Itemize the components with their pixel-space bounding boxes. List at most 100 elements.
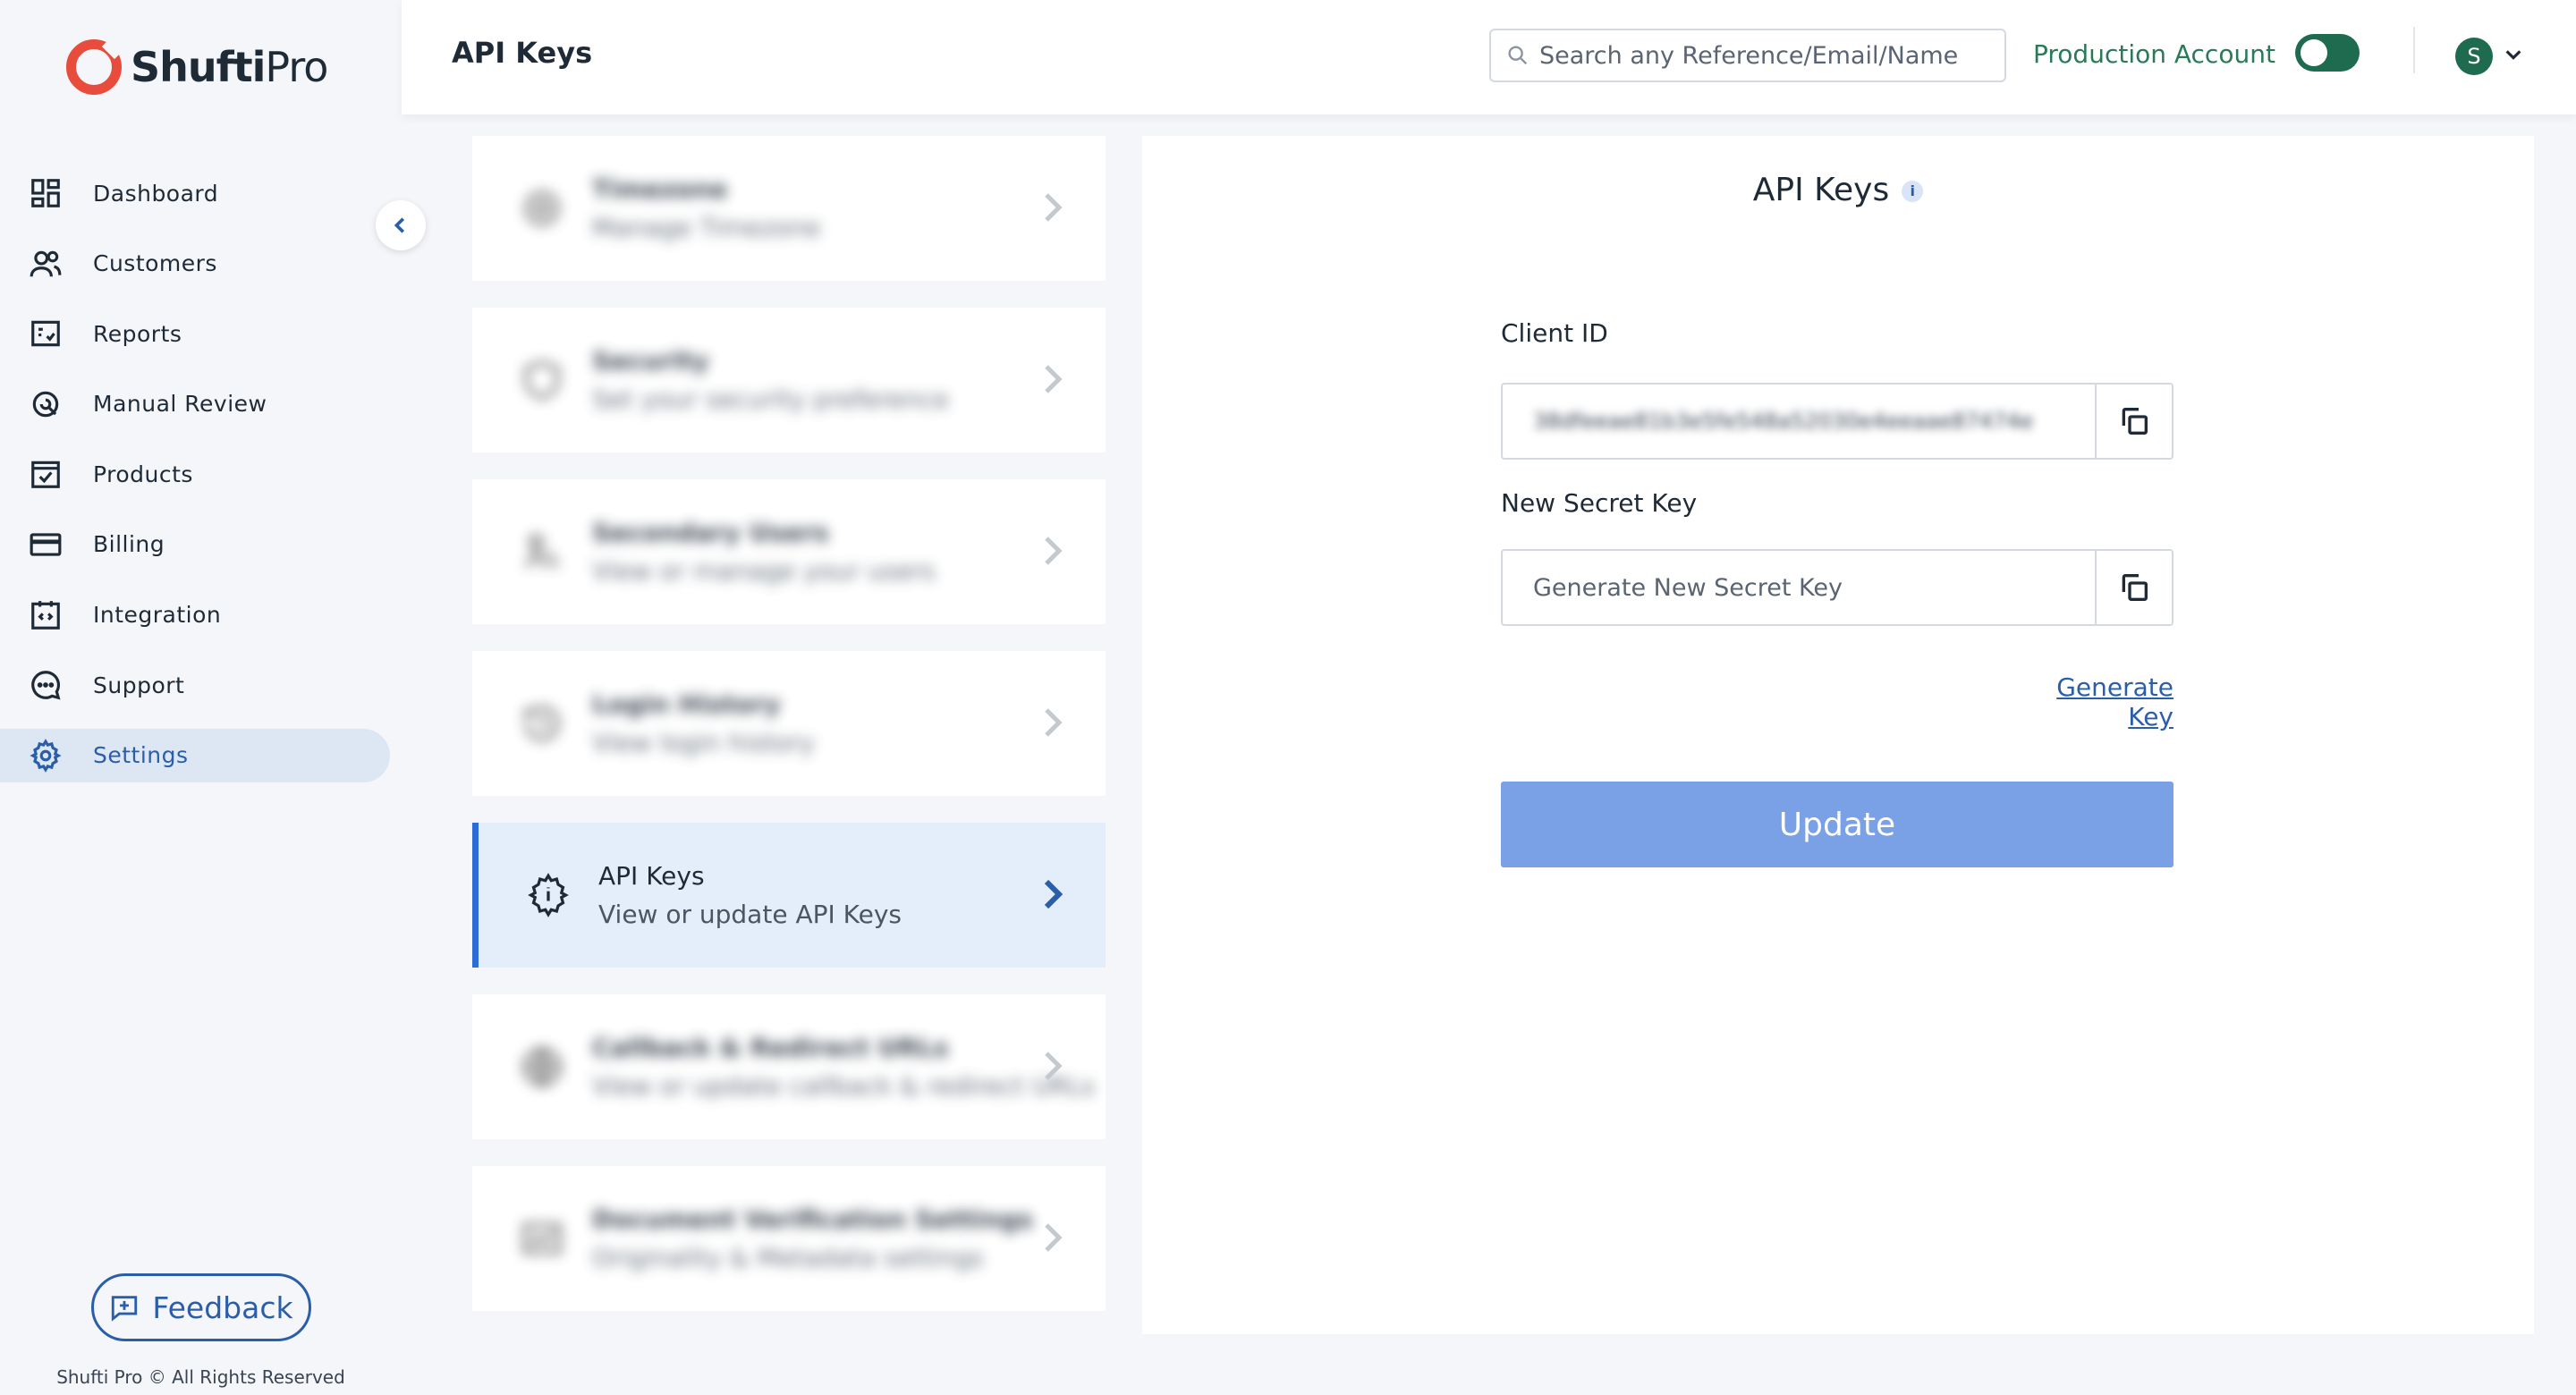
card-title: Timezone [592,174,728,204]
chevron-right-icon [1045,1052,1063,1080]
sidebar-item-settings[interactable]: Settings [0,728,390,782]
feedback-label: Feedback [152,1289,293,1325]
page-title: API Keys [452,36,593,70]
sidebar-item-label: Integration [93,602,222,629]
sidebar-item-label: Reports [93,320,182,347]
code-icon [31,600,60,630]
sidebar-item-label: Support [93,672,185,698]
chevron-right-icon [1045,1223,1063,1252]
sidebar-item-label: Dashboard [93,180,219,207]
brand-logo[interactable]: ShuftiPro [66,39,328,95]
generate-key-link[interactable]: Generate Key [2010,672,2174,731]
shield-icon [524,360,560,400]
chevron-left-icon [394,217,405,233]
sidebar-item-label: Billing [93,531,165,558]
card-subtitle: Originality & Metadata settings [592,1243,984,1272]
chevron-right-icon [1045,708,1063,737]
gear-info-icon [528,873,569,917]
sidebar-item-dashboard[interactable]: Dashboard [0,166,390,220]
sidebar-item-label: Customers [93,250,217,277]
review-icon [32,391,59,418]
top-header: API Keys Production Account S [402,0,2576,114]
settings-card-callback-urls[interactable]: Callback & Redirect URLs View or update c… [472,994,1106,1139]
document-icon [522,1222,562,1255]
header-divider [2413,27,2415,73]
settings-card-timezone[interactable]: Timezone Manage Timezone [472,136,1106,281]
client-id-field [1501,383,2174,460]
sidebar-item-label: Manual Review [93,391,267,418]
panel-title: API Keys [1752,172,1890,208]
card-subtitle: View or manage your users [592,556,936,586]
gear-icon [30,738,62,773]
card-title: Security [592,346,709,376]
client-id-label: Client ID [1501,318,1608,348]
brand-name-bold: Shufti [131,43,266,91]
sidebar-nav: Dashboard Customers Reports Manual Revie… [0,166,402,799]
chat-icon [31,671,61,700]
history-icon [524,706,560,741]
sidebar-item-label: Settings [93,742,189,769]
user-icon [524,534,560,569]
info-icon[interactable]: i [1902,181,1924,202]
card-title: Callback & Redirect URLs [592,1033,949,1062]
copy-client-id-button[interactable] [2095,385,2172,458]
clock-gear-icon [524,190,560,226]
sidebar-item-customers[interactable]: Customers [0,237,390,291]
sidebar-item-billing[interactable]: Billing [0,518,390,571]
copy-icon [2122,574,2148,601]
chevron-right-icon [1045,365,1063,393]
sidebar-item-manual-review[interactable]: Manual Review [0,377,390,431]
feedback-button[interactable]: Feedback [91,1273,311,1341]
brand-name-light: Pro [265,43,328,91]
card-title: Login History [592,689,781,719]
card-subtitle: View or update API Keys [598,900,902,929]
chevron-down-icon[interactable] [2504,45,2523,64]
feedback-icon [112,1296,138,1322]
search-icon [1508,46,1528,65]
chevron-right-icon [1045,193,1063,222]
production-account-label: Production Account [2033,39,2275,69]
globe-icon [522,1047,562,1086]
credit-card-icon [30,533,62,556]
dashboard-icon [31,179,60,207]
sidebar-item-support[interactable]: Support [0,658,390,712]
card-title: Secondary Users [592,518,829,547]
new-secret-key-label: New Secret Key [1501,488,1698,518]
card-subtitle: Set your security preference [592,385,949,414]
sidebar-item-reports[interactable]: Reports [0,307,390,360]
settings-card-secondary-users[interactable]: Secondary Users View or manage your users [472,479,1106,624]
new-secret-key-field [1501,549,2174,626]
chevron-right-icon [1044,879,1063,909]
client-id-input[interactable] [1503,385,2095,458]
sidebar: ShuftiPro Dashboard Customers Reports Ma… [0,0,402,1395]
card-subtitle: View login history [592,728,815,757]
card-title: API Keys [598,861,705,891]
sidebar-item-label: Products [93,461,193,487]
production-account-toggle[interactable] [2295,34,2360,72]
settings-card-api-keys[interactable]: API Keys View or update API Keys [472,823,1106,968]
avatar[interactable]: S [2455,38,2493,75]
report-icon [31,320,60,347]
search-box[interactable] [1489,29,2006,82]
settings-card-login-history[interactable]: Login History View login history [472,651,1106,796]
card-subtitle: Manage Timezone [592,213,821,242]
new-secret-key-input[interactable] [1503,551,2095,624]
search-input[interactable] [1539,41,1987,70]
users-icon [30,250,62,276]
settings-card-document-verification[interactable]: Document Verification Settings Originalit… [472,1166,1106,1311]
settings-card-security[interactable]: Security Set your security preference [472,308,1106,452]
copyright-text: Shufti Pro © All Rights Reserved [56,1366,345,1388]
card-subtitle: View or update callback & redirect URLs [592,1071,1095,1101]
card-title: Document Verification Settings [592,1205,1034,1234]
collapse-sidebar-button[interactable] [376,200,426,250]
settings-menu: Timezone Manage Timezone Security Set your… [472,136,1106,1338]
copy-icon [2122,408,2148,435]
sidebar-item-products[interactable]: Products [0,447,390,501]
sidebar-item-integration[interactable]: Integration [0,588,390,642]
api-keys-panel: API Keys i Client ID New Secret Key Gener… [1142,136,2534,1334]
logo-icon [66,39,122,95]
products-icon [31,461,60,489]
chevron-right-icon [1045,537,1063,565]
update-button[interactable]: Update [1501,782,2174,867]
copy-secret-key-button[interactable] [2095,551,2172,624]
